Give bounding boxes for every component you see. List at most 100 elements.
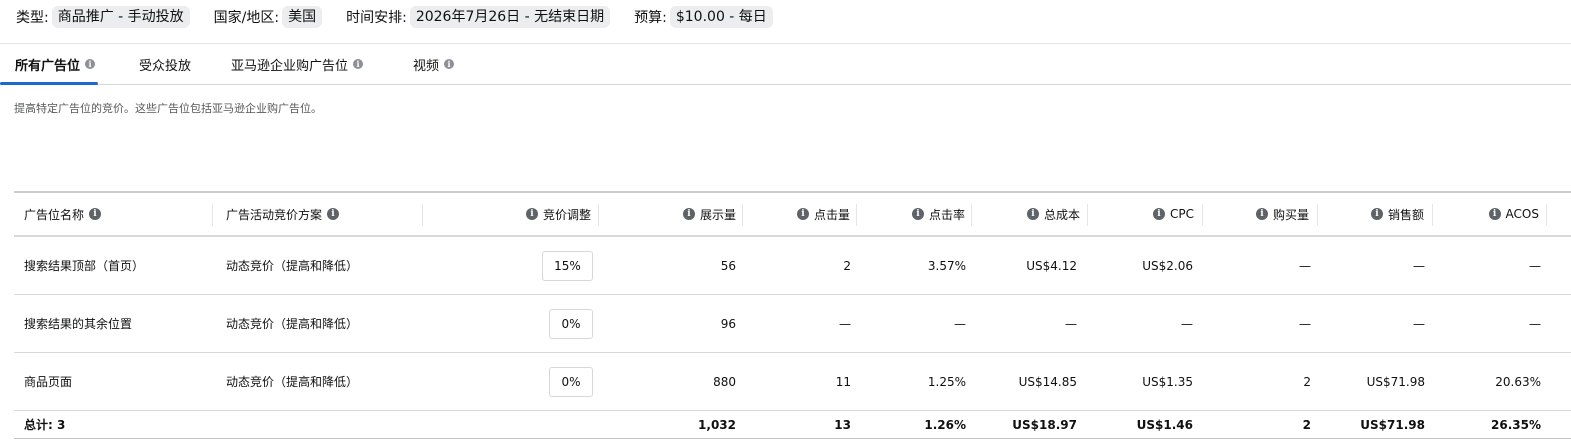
tab-label: 视频 xyxy=(413,58,440,74)
column-separator xyxy=(1317,204,1318,226)
col-bid-adjust[interactable]: i 竞价调整 xyxy=(434,193,591,235)
acos: 20.63% xyxy=(1495,374,1541,389)
table-header: 广告位名称 i 广告活动竞价方案 i i 竞价调整 i 展示量 i 点击量 i … xyxy=(14,193,1571,237)
acos: — xyxy=(1529,316,1541,331)
col-acos[interactable]: i ACOS xyxy=(1444,193,1539,235)
column-separator xyxy=(1432,204,1433,226)
summary-type-label: 类型: xyxy=(16,10,49,26)
col-clicks[interactable]: i 点击量 xyxy=(754,193,850,235)
ctr: 1.25% xyxy=(927,374,966,389)
orders: 2 xyxy=(1303,374,1311,389)
col-impressions[interactable]: i 展示量 xyxy=(614,193,736,235)
info-icon[interactable]: i xyxy=(444,59,455,69)
tab-label: 受众投放 xyxy=(139,58,192,74)
info-icon[interactable]: i xyxy=(796,208,809,220)
bid-adjust-cell: 0% xyxy=(434,295,593,352)
sales: — xyxy=(1413,316,1425,331)
col-bid-adjust-label: 竞价调整 xyxy=(542,207,591,222)
placement-name: 搜索结果顶部（首页） xyxy=(24,259,145,273)
cpc: — xyxy=(1181,316,1193,331)
ctr: 3.57% xyxy=(927,258,966,273)
bidding-strategy: 动态竞价（提高和降低） xyxy=(226,375,359,389)
total-impressions: 1,032 xyxy=(698,417,736,432)
info-icon[interactable]: i xyxy=(1370,208,1383,220)
info-icon[interactable]: i xyxy=(1255,208,1268,220)
ctr: — xyxy=(954,316,966,331)
tab-all-placements[interactable]: 所有广告位 i xyxy=(0,44,99,85)
summary-type: 类型: 商品推广 - 手动投放 xyxy=(16,6,190,28)
summary-budget-label: 预算: xyxy=(634,10,667,26)
bidding-strategy: 动态竞价（提高和降低） xyxy=(226,259,359,273)
info-icon[interactable]: i xyxy=(353,59,364,69)
tab-label: 所有广告位 xyxy=(15,58,81,74)
spend: — xyxy=(1065,316,1077,331)
col-spend-label: 总成本 xyxy=(1043,207,1080,222)
impressions: 56 xyxy=(720,258,736,273)
bid-adjust-input[interactable]: 0% xyxy=(549,308,593,339)
info-icon[interactable]: i xyxy=(525,208,538,220)
impressions: 96 xyxy=(720,316,736,331)
tab-video[interactable]: 视频 i xyxy=(413,44,455,84)
info-icon[interactable]: i xyxy=(1488,208,1501,220)
total-ctr: 1.26% xyxy=(924,417,966,432)
col-placement[interactable]: 广告位名称 i xyxy=(24,193,214,235)
info-icon[interactable]: i xyxy=(1153,208,1165,220)
total-acos: 26.35% xyxy=(1491,417,1541,432)
column-separator xyxy=(1202,204,1203,226)
col-impressions-label: 展示量 xyxy=(699,207,736,222)
clicks: 2 xyxy=(843,258,851,273)
tab-audience-targeting[interactable]: 受众投放 xyxy=(139,44,191,84)
summary-country-chip: 美国 xyxy=(282,6,323,28)
col-acos-label: ACOS xyxy=(1505,207,1539,221)
total-clicks: 13 xyxy=(834,417,851,432)
placement-description: 提高特定广告位的竞价。这些广告位包括亚马逊企业购广告位。 xyxy=(14,102,322,115)
summary-country: 国家/地区: 美国 xyxy=(213,6,323,28)
col-strategy[interactable]: 广告活动竞价方案 i xyxy=(226,193,426,235)
bid-adjust-input[interactable]: 0% xyxy=(549,366,593,397)
sales: — xyxy=(1413,258,1425,273)
bid-adjust-input[interactable]: 15% xyxy=(542,250,593,281)
tab-amazon-business[interactable]: 亚马逊企业购广告位 i xyxy=(231,44,364,84)
info-icon[interactable]: i xyxy=(911,208,924,220)
tab-label: 亚马逊企业购广告位 xyxy=(231,58,349,74)
table-row: 搜索结果顶部（首页） 动态竞价（提高和降低） 15% 56 2 3.57% US… xyxy=(14,237,1571,295)
column-separator xyxy=(212,204,213,226)
summary-type-chip: 商品推广 - 手动投放 xyxy=(51,6,190,28)
col-placement-label: 广告位名称 xyxy=(24,207,85,222)
placements-table: 广告位名称 i 广告活动竞价方案 i i 竞价调整 i 展示量 i 点击量 i … xyxy=(14,191,1571,439)
summary-country-label: 国家/地区: xyxy=(213,10,280,26)
spend: US$14.85 xyxy=(1018,374,1077,389)
column-separator xyxy=(1087,204,1088,226)
column-separator xyxy=(856,204,857,226)
info-icon[interactable]: i xyxy=(85,59,96,69)
placement-tabs: 所有广告位 i 受众投放 亚马逊企业购广告位 i 视频 i xyxy=(0,44,1571,85)
info-icon[interactable]: i xyxy=(1026,208,1039,220)
total-orders: 2 xyxy=(1302,417,1311,432)
col-spend[interactable]: i 总成本 xyxy=(984,193,1080,235)
summary-schedule-label: 时间安排: xyxy=(346,10,407,26)
col-sales[interactable]: i 销售额 xyxy=(1329,193,1424,235)
col-strategy-label: 广告活动竞价方案 xyxy=(226,207,323,222)
summary-schedule-chip: 2026年7月26日 - 无结束日期 xyxy=(409,6,611,28)
column-separator xyxy=(422,204,423,226)
info-icon[interactable]: i xyxy=(89,208,102,220)
impressions: 880 xyxy=(713,374,736,389)
col-orders[interactable]: i 购买量 xyxy=(1214,193,1309,235)
clicks: 11 xyxy=(835,374,851,389)
summary-schedule: 时间安排: 2026年7月26日 - 无结束日期 xyxy=(346,6,611,28)
cpc: US$2.06 xyxy=(1142,258,1193,273)
column-separator xyxy=(742,204,743,226)
acos: — xyxy=(1529,258,1541,273)
column-separator xyxy=(1546,204,1547,226)
info-icon[interactable]: i xyxy=(327,208,340,220)
total-spend: US$18.97 xyxy=(1012,417,1077,432)
col-ctr-label: 点击率 xyxy=(928,207,965,222)
col-ctr[interactable]: i 点击率 xyxy=(870,193,965,235)
orders: — xyxy=(1299,316,1311,331)
col-cpc[interactable]: i CPC xyxy=(1099,193,1194,235)
info-icon[interactable]: i xyxy=(682,208,695,220)
spend: US$4.12 xyxy=(1026,258,1077,273)
orders: — xyxy=(1299,258,1311,273)
column-separator xyxy=(971,204,972,226)
summary-budget: 预算: $10.00 - 每日 xyxy=(634,6,773,28)
